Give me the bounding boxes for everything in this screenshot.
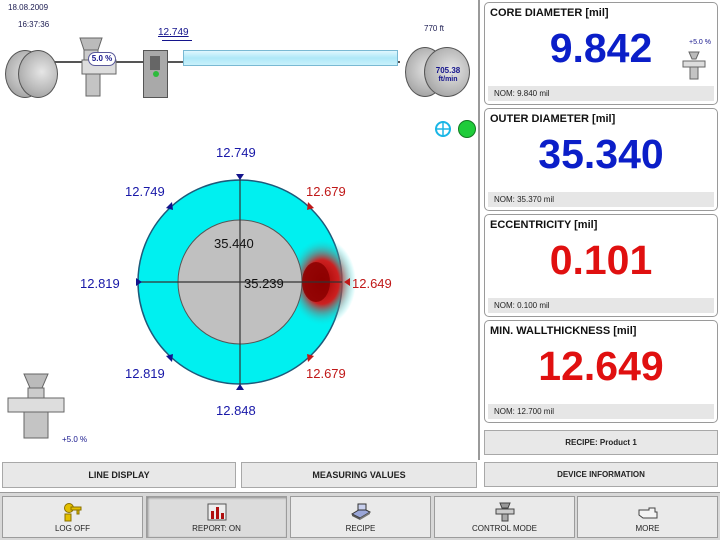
arrow-top-right [307, 202, 314, 210]
min-wallthickness-value: 12.649 [538, 343, 664, 389]
eccentricity-nominal: NOM: 0.100 mil [488, 298, 714, 313]
eccentricity-value: 0.101 [549, 237, 653, 283]
outer-diameter-reading: 35.440 [214, 236, 254, 251]
wall-label-bottom: 12.848 [216, 403, 256, 418]
report-icon [207, 503, 226, 521]
wall-label-right: 12.649 [352, 276, 392, 291]
arrow-top [236, 174, 244, 180]
min-wallthickness-nominal: NOM: 12.700 mil [488, 404, 714, 419]
hand-pointer-icon [638, 507, 657, 519]
report-button[interactable]: REPORT: ON [146, 496, 287, 538]
more-button[interactable]: MORE [577, 496, 718, 538]
arrow-bottom [236, 384, 244, 390]
log-off-button[interactable]: LOG OFF [2, 496, 143, 538]
time-label: 16:37:36 [18, 20, 50, 29]
puller-percent-badge: 5.0 % [88, 52, 116, 66]
tab-measuring-values[interactable]: MEASURING VALUES [241, 462, 477, 488]
extruder-icon [7, 373, 65, 439]
recipe-button[interactable]: RECIPE [290, 496, 431, 538]
min-wallthickness-title: MIN. WALLTHICKNESS [mil] [490, 325, 637, 337]
measuring-head-window [150, 56, 160, 70]
core-diameter-title: CORE DIAMETER [mil] [490, 7, 609, 19]
extruder-mini-icon [682, 51, 706, 80]
wall-label-bottom-right: 12.679 [306, 366, 346, 381]
recipe-info-button[interactable]: RECIPE: Product 1 [484, 430, 718, 455]
payoff-drum-front [18, 50, 58, 98]
core-diameter-nominal: NOM: 9.840 mil [488, 86, 714, 101]
log-off-label: LOG OFF [54, 524, 91, 533]
eccentricity-title: ECCENTRICITY [mil] [490, 219, 598, 231]
recipe-label: RECIPE [345, 524, 376, 533]
core-diameter-panel: CORE DIAMETER [mil] 9.842 +5.0 % NOM: 9.… [484, 2, 718, 105]
wall-label-top-right: 12.679 [306, 184, 346, 199]
eccentricity-panel: ECCENTRICITY [mil] 0.101 NOM: 0.100 mil [484, 214, 718, 317]
date-label: 18.08.2009 [8, 3, 49, 12]
cable-length: 770 ft [424, 24, 445, 33]
line-display-pane: 18.08.2009 16:37:36 5.0 % 12.749 770 ft … [0, 0, 480, 460]
tab-line-display[interactable]: LINE DISPLAY [2, 462, 236, 488]
bottom-toolbar: LOG OFF REPORT: ON RECIPE CONTROL MODE M… [0, 492, 720, 540]
line-speed-unit: ft/min [438, 76, 458, 83]
wall-label-top-left: 12.749 [125, 184, 165, 199]
recipe-icon [350, 503, 371, 520]
wall-label-bottom-left: 12.819 [125, 366, 165, 381]
arrow-bottom-left [166, 354, 173, 362]
outer-diameter-panel: OUTER DIAMETER [mil] 35.340 NOM: 35.370 … [484, 108, 718, 211]
extruder-icon [495, 502, 514, 522]
arrow-top-left [166, 202, 173, 210]
wall-label-left: 12.819 [80, 276, 120, 291]
cooling-trough [183, 50, 398, 66]
inner-diameter-reading: 35.239 [244, 276, 284, 291]
status-ok-indicator [458, 120, 476, 138]
key-icon [63, 503, 81, 522]
line-speed: 705.38 [435, 66, 461, 75]
outer-diameter-title: OUTER DIAMETER [mil] [490, 113, 616, 125]
wall-label-top: 12.749 [216, 145, 256, 160]
measuring-head-led [153, 71, 159, 77]
outer-diameter-nominal: NOM: 35.370 mil [488, 192, 714, 207]
extruder-head-icon [79, 37, 117, 97]
target-icon[interactable] [434, 120, 452, 138]
min-wallthickness-panel: MIN. WALLTHICKNESS [mil] 12.649 NOM: 12.… [484, 320, 718, 423]
core-diameter-side-note: +5.0 % [689, 39, 711, 46]
arrow-bottom-right [307, 354, 314, 362]
control-mode-label: CONTROL MODE [471, 524, 538, 533]
extruder-setpoint: +5.0 % [62, 435, 88, 444]
report-label: REPORT: ON [192, 524, 241, 533]
sensor-reading-leader [162, 40, 192, 41]
more-label: MORE [635, 524, 660, 533]
sensor-reading: 12.749 [158, 27, 189, 38]
control-mode-button[interactable]: CONTROL MODE [434, 496, 575, 538]
outer-diameter-value: 35.340 [538, 131, 664, 177]
device-information-button[interactable]: DEVICE INFORMATION [484, 462, 718, 487]
